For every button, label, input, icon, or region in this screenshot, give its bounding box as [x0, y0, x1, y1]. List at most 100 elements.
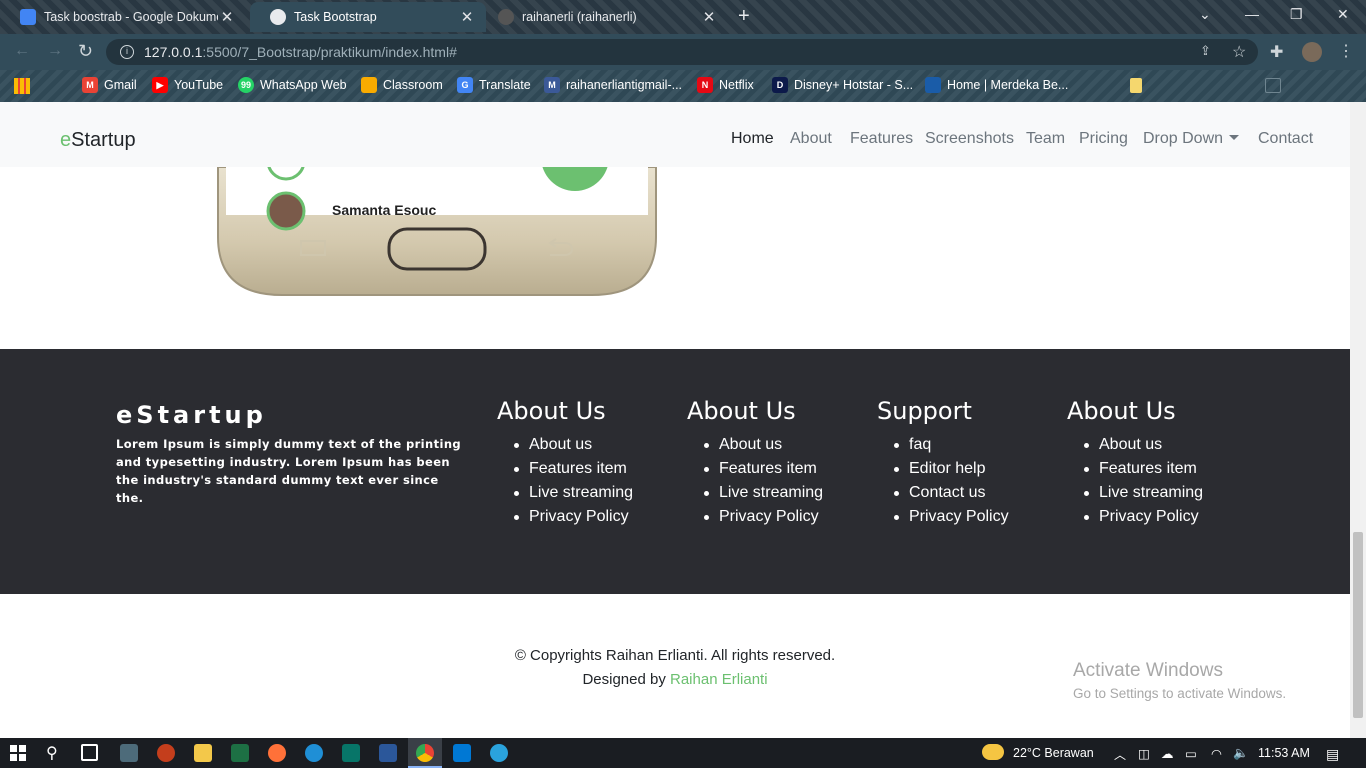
bookmark-translate[interactable]: G Translate [457, 77, 531, 93]
nav-features[interactable]: Features [850, 130, 913, 148]
close-icon[interactable]: ✕ [700, 8, 718, 26]
brand-text: Startup [71, 129, 136, 151]
task-view-icon[interactable] [81, 744, 98, 761]
word-icon[interactable] [379, 744, 397, 762]
publisher-icon[interactable] [342, 744, 360, 762]
share-icon[interactable]: ⇪ [1200, 43, 1211, 59]
bookmark-merdeka[interactable]: Home | Merdeka Be... [925, 77, 1068, 93]
translate-icon: G [457, 77, 473, 93]
footer-link[interactable]: Live streaming [509, 481, 633, 505]
tab-task-bootstrap[interactable]: Task Bootstrap ✕ [250, 2, 486, 32]
bookmark-label: raihanerliantigmail-... [566, 78, 683, 92]
footer-link[interactable]: faq [889, 433, 1009, 457]
url-text: 127.0.0.1:5500/7_Bootstrap/praktikum/ind… [144, 44, 457, 60]
nav-contact[interactable]: Contact [1258, 130, 1313, 148]
footer-link[interactable]: About us [699, 433, 823, 457]
footer-link[interactable]: Editor help [889, 457, 1009, 481]
footer-brand: eStartup [116, 401, 267, 429]
extensions-icon[interactable]: ✚ [1270, 42, 1283, 62]
clock-time[interactable]: 11:53 AM [1258, 746, 1310, 760]
youtube-icon: ▶ [152, 77, 168, 93]
watermark-subtitle: Go to Settings to activate Windows. [1073, 686, 1287, 701]
profile-avatar[interactable] [1302, 42, 1322, 62]
vscode-icon[interactable] [453, 744, 471, 762]
reload-icon[interactable]: ↻ [78, 41, 93, 62]
bookmark-hotstar[interactable]: D Disney+ Hotstar - S... [772, 77, 913, 93]
window-close-icon[interactable]: ✕ [1337, 6, 1349, 23]
footer-link[interactable]: Contact us [889, 481, 1009, 505]
apps-icon[interactable] [14, 78, 30, 94]
forward-icon[interactable]: → [47, 42, 63, 60]
nav-screenshots[interactable]: Screenshots [925, 130, 1014, 148]
footer-link[interactable]: About us [509, 433, 633, 457]
google-docs-icon [20, 9, 36, 25]
footer-link[interactable]: Features item [1079, 457, 1203, 481]
windows-start-icon[interactable] [10, 745, 26, 761]
store-icon[interactable] [120, 744, 138, 762]
footer-column-title: About Us [1067, 397, 1176, 425]
reading-list-icon[interactable] [1265, 78, 1281, 93]
nav-pricing[interactable]: Pricing [1079, 130, 1128, 148]
footer-link[interactable]: Live streaming [1079, 481, 1203, 505]
designer-link[interactable]: Raihan Erlianti [670, 671, 768, 688]
notifications-icon[interactable]: ▤ [1326, 746, 1339, 763]
new-tab-icon[interactable]: + [738, 6, 750, 26]
minimize-icon[interactable]: — [1245, 6, 1259, 22]
firefox-icon[interactable] [268, 744, 286, 762]
nav-about[interactable]: About [790, 130, 832, 148]
telegram-icon[interactable] [490, 744, 508, 762]
footer-link[interactable]: About us [1079, 433, 1203, 457]
wifi-icon[interactable]: ◠ [1211, 746, 1222, 761]
footer-link[interactable]: Privacy Policy [699, 505, 823, 529]
footer-link[interactable]: Live streaming [699, 481, 823, 505]
bookmark-youtube[interactable]: ▶ YouTube [152, 77, 223, 93]
footer-column-1: About Us About us Features item Live str… [497, 397, 633, 529]
footer-link[interactable]: Features item [509, 457, 633, 481]
tab-title: raihanerli (raihanerli) [522, 10, 637, 24]
bookmark-classroom[interactable]: Classroom [361, 77, 443, 93]
powerpoint-icon[interactable] [157, 744, 175, 762]
bookmark-whatsapp[interactable]: 99 WhatsApp Web [238, 77, 347, 93]
footer-link[interactable]: Features item [699, 457, 823, 481]
nav-home[interactable]: Home [731, 130, 774, 148]
back-icon[interactable]: ← [14, 42, 30, 60]
tab-github[interactable]: raihanerli (raihanerli) ✕ [478, 2, 728, 32]
search-icon[interactable]: ⚲ [46, 743, 58, 763]
file-explorer-icon[interactable] [194, 744, 212, 762]
onedrive-icon[interactable]: ☁ [1161, 746, 1174, 761]
tab-search-icon[interactable]: ⌄ [1199, 6, 1211, 23]
volume-icon[interactable]: 🔈 [1233, 746, 1249, 761]
weather-text[interactable]: 22°C Berawan [1013, 746, 1094, 760]
site-brand[interactable]: eStartup [60, 129, 136, 152]
scrollbar-thumb[interactable] [1353, 532, 1363, 718]
chrome-taskbar-button[interactable] [408, 738, 442, 768]
weather-icon[interactable] [982, 744, 1004, 760]
footer-link[interactable]: Privacy Policy [509, 505, 633, 529]
chevron-up-icon[interactable]: ︿ [1114, 746, 1126, 763]
restore-icon[interactable]: ❐ [1290, 6, 1303, 23]
battery-icon[interactable]: ▭ [1185, 746, 1197, 761]
address-bar[interactable]: i 127.0.0.1:5500/7_Bootstrap/praktikum/i… [106, 39, 1258, 65]
footer-description: Lorem Ipsum is simply dummy text of the … [116, 437, 462, 505]
close-icon[interactable]: ✕ [218, 8, 236, 26]
site-info-icon[interactable]: i [120, 45, 134, 59]
bookmark-medium[interactable]: Mraihanerliantigmail-... [544, 77, 682, 93]
bookmark-netflix[interactable]: N Netflix [697, 77, 754, 93]
excel-icon[interactable] [231, 744, 249, 762]
nav-dropdown[interactable]: Drop Down [1143, 130, 1240, 148]
tab-google-docs[interactable]: Task boostrab - Google Dokumen ✕ [0, 2, 246, 32]
footer-link[interactable]: Privacy Policy [1079, 505, 1203, 529]
close-icon[interactable]: ✕ [458, 8, 476, 26]
tray-app-icon[interactable]: ◫ [1138, 746, 1150, 761]
nav-dropdown-label: Drop Down [1143, 130, 1224, 147]
bookmark-gmail[interactable]: M Gmail [82, 77, 137, 93]
page-scrollbar[interactable] [1350, 102, 1366, 738]
phone-illustration: Samanta Esouc [217, 167, 657, 296]
edge-icon[interactable] [305, 744, 323, 762]
menu-icon[interactable]: ⋮ [1338, 41, 1354, 61]
folder-icon[interactable] [1130, 78, 1142, 93]
bookmark-star-icon[interactable]: ☆ [1232, 42, 1246, 62]
footer-link[interactable]: Privacy Policy [889, 505, 1009, 529]
caret-down-icon [1229, 135, 1240, 140]
nav-team[interactable]: Team [1026, 130, 1065, 148]
